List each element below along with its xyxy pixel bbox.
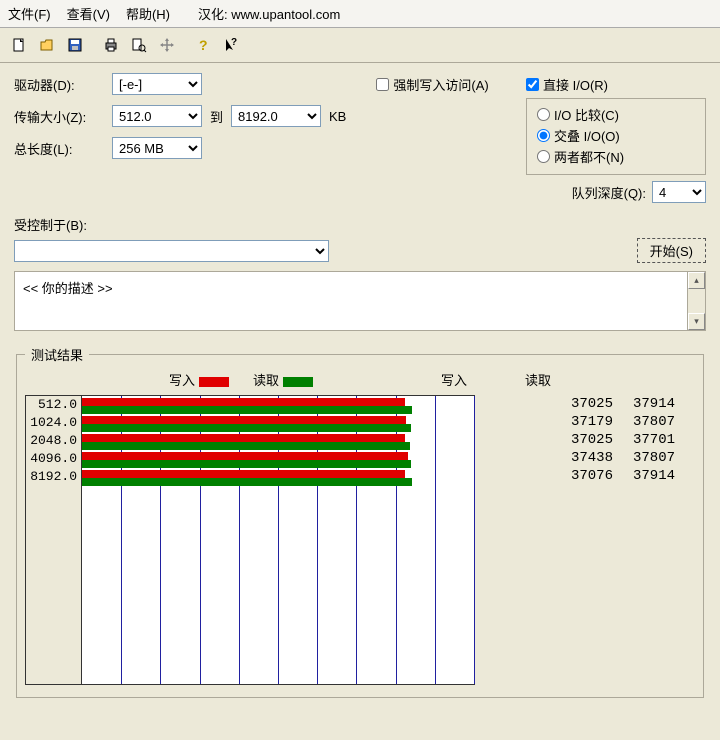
start-button[interactable]: 开始(S) bbox=[637, 238, 706, 263]
drive-select[interactable]: [-e-] bbox=[112, 73, 202, 95]
size-to-select[interactable]: 8192.0 bbox=[231, 105, 321, 127]
menu-file[interactable]: 文件(F) bbox=[8, 4, 51, 23]
results-group: 测试结果 写入 读取 写入 读取 512.01024.02048.04096.0… bbox=[16, 345, 704, 698]
svg-text:?: ? bbox=[231, 37, 237, 48]
table-row: 3743837807 bbox=[485, 449, 695, 467]
read-bar bbox=[82, 424, 411, 432]
io-compare-label: I/O 比较(C) bbox=[554, 105, 619, 124]
write-bar bbox=[82, 434, 405, 442]
menu-view[interactable]: 查看(V) bbox=[67, 4, 110, 23]
results-table: 3702537914371793780737025377013743837807… bbox=[485, 395, 695, 685]
table-row: 3717937807 bbox=[485, 413, 695, 431]
toolbar: ? ? bbox=[0, 28, 720, 63]
queue-depth-select[interactable]: 4 bbox=[652, 181, 706, 203]
chart-y-label: 1024.0 bbox=[26, 414, 81, 432]
drive-label: 驱动器(D): bbox=[14, 75, 104, 94]
force-write-label: 强制写入访问(A) bbox=[393, 75, 488, 94]
read-bar bbox=[82, 442, 410, 450]
queue-depth-label: 队列深度(Q): bbox=[572, 183, 646, 202]
chart-y-label: 8192.0 bbox=[26, 468, 81, 486]
transfer-size-label: 传输大小(Z): bbox=[14, 107, 104, 126]
write-bar bbox=[82, 470, 405, 478]
table-write-header: 写入 bbox=[441, 370, 467, 389]
chart-y-label: 2048.0 bbox=[26, 432, 81, 450]
chart-y-label: 4096.0 bbox=[26, 450, 81, 468]
total-length-select[interactable]: 256 MB bbox=[112, 137, 202, 159]
legend-write-label: 写入 bbox=[169, 373, 195, 388]
preview-icon[interactable] bbox=[126, 32, 152, 58]
chart-plot-area bbox=[82, 396, 474, 684]
whats-this-icon[interactable]: ? bbox=[218, 32, 244, 58]
work-area: 驱动器(D): [-e-] 传输大小(Z): 512.0 到 8192.0 KB… bbox=[0, 63, 720, 708]
chart-y-axis: 512.01024.02048.04096.08192.0 bbox=[26, 396, 82, 684]
help-icon[interactable]: ? bbox=[190, 32, 216, 58]
force-write-checkbox[interactable] bbox=[376, 78, 389, 91]
legend-write-swatch bbox=[199, 377, 229, 387]
description-box: << 你的描述 >> ▴ ▾ bbox=[14, 271, 706, 331]
svg-text:?: ? bbox=[199, 37, 208, 53]
to-label: 到 bbox=[210, 107, 223, 126]
menu-help[interactable]: 帮助(H) bbox=[126, 4, 170, 23]
new-icon[interactable] bbox=[6, 32, 32, 58]
scroll-down-icon[interactable]: ▾ bbox=[688, 313, 705, 330]
menu-localized: 汉化: www.upantool.com bbox=[198, 4, 340, 23]
description-text[interactable]: << 你的描述 >> bbox=[15, 272, 687, 330]
vertical-scrollbar[interactable]: ▴ ▾ bbox=[687, 272, 705, 330]
neither-label: 两者都不(N) bbox=[554, 147, 624, 166]
overlap-io-label: 交叠 I/O(O) bbox=[554, 126, 620, 145]
table-row: 3707637914 bbox=[485, 467, 695, 485]
write-bar bbox=[82, 398, 405, 406]
table-row: 3702537701 bbox=[485, 431, 695, 449]
direct-io-label: 直接 I/O(R) bbox=[543, 75, 608, 94]
write-bar bbox=[82, 452, 408, 460]
scroll-up-icon[interactable]: ▴ bbox=[688, 272, 705, 289]
size-from-select[interactable]: 512.0 bbox=[112, 105, 202, 127]
menu-bar: 文件(F) 查看(V) 帮助(H) 汉化: www.upantool.com bbox=[0, 0, 720, 28]
io-compare-radio[interactable] bbox=[537, 108, 550, 121]
io-mode-group: I/O 比较(C) 交叠 I/O(O) 两者都不(N) bbox=[526, 98, 706, 175]
table-row: 3702537914 bbox=[485, 395, 695, 413]
chart-y-label: 512.0 bbox=[26, 396, 81, 414]
total-length-label: 总长度(L): bbox=[14, 139, 104, 158]
move-icon[interactable] bbox=[154, 32, 180, 58]
neither-radio[interactable] bbox=[537, 150, 550, 163]
print-icon[interactable] bbox=[98, 32, 124, 58]
bound-by-label: 受控制于(B): bbox=[14, 215, 706, 234]
results-chart: 512.01024.02048.04096.08192.0 bbox=[25, 395, 475, 685]
results-legend: 测试结果 bbox=[25, 345, 89, 364]
read-bar bbox=[82, 478, 412, 486]
open-icon[interactable] bbox=[34, 32, 60, 58]
table-read-header: 读取 bbox=[525, 370, 551, 389]
read-bar bbox=[82, 460, 411, 468]
legend-read-swatch bbox=[283, 377, 313, 387]
read-bar bbox=[82, 406, 412, 414]
kb-label: KB bbox=[329, 109, 346, 124]
overlap-io-radio[interactable] bbox=[537, 129, 550, 142]
direct-io-checkbox[interactable] bbox=[526, 78, 539, 91]
save-icon[interactable] bbox=[62, 32, 88, 58]
legend-read-label: 读取 bbox=[253, 373, 279, 388]
chart-legend: 写入 读取 写入 读取 bbox=[25, 370, 695, 389]
bound-by-select[interactable] bbox=[14, 240, 329, 262]
write-bar bbox=[82, 416, 406, 424]
